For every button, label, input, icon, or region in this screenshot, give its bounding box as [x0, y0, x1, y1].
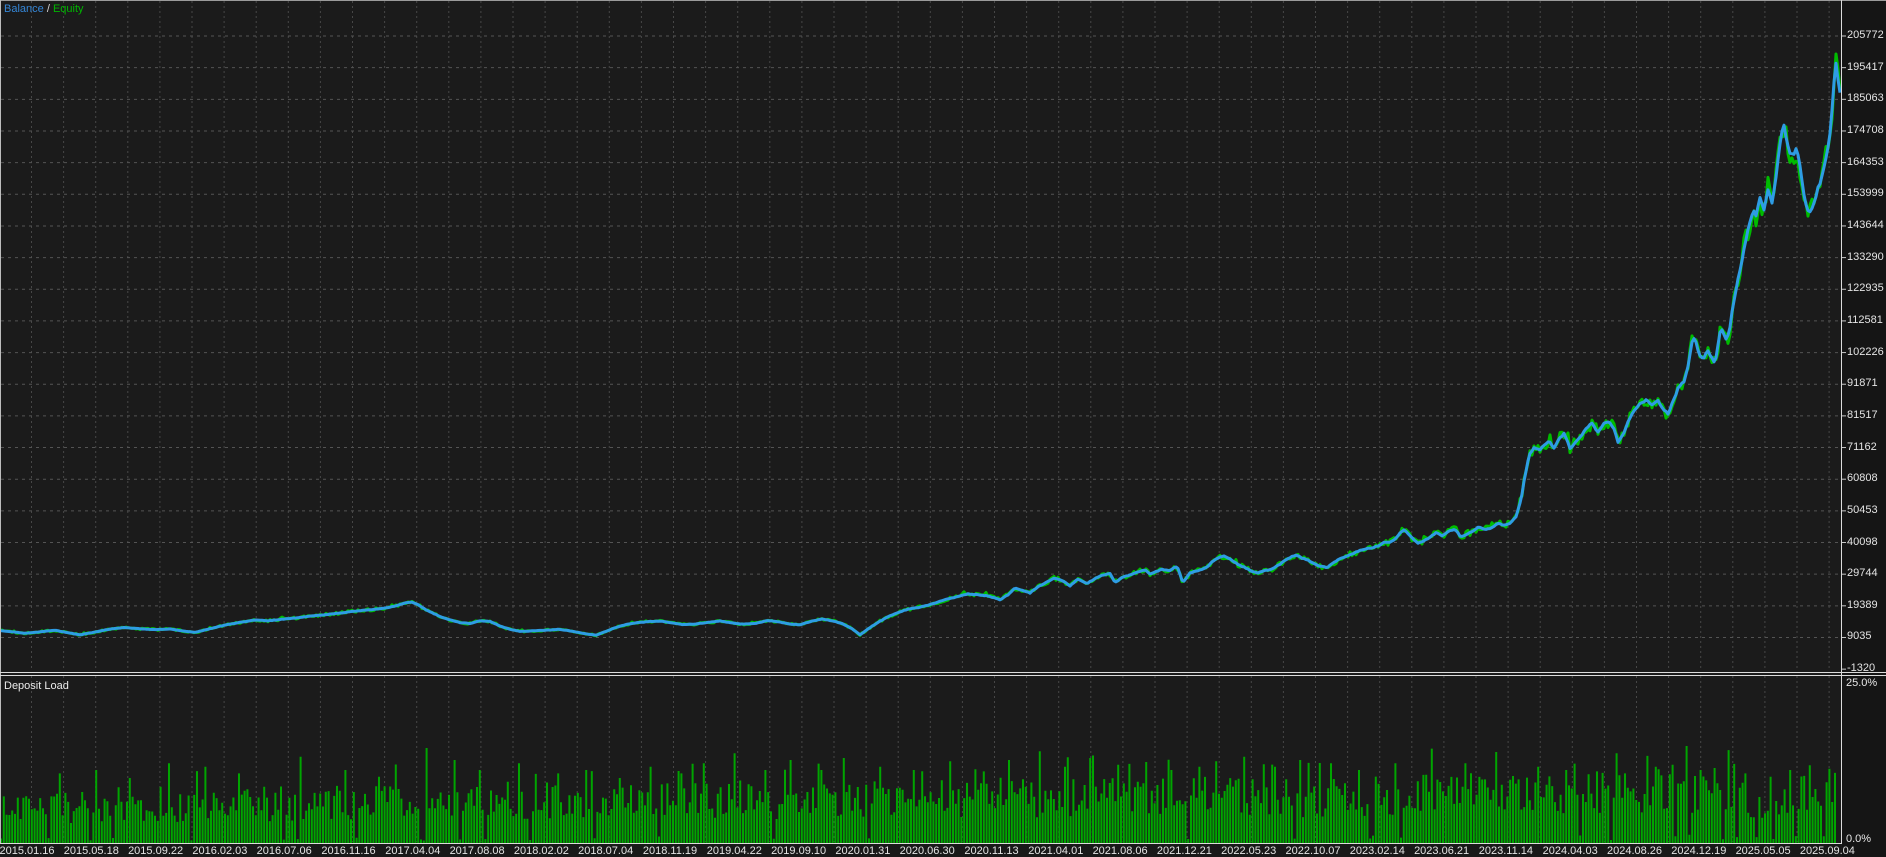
y-axis-label: 50453: [1847, 503, 1878, 516]
y-axis-label: 91871: [1847, 377, 1878, 390]
y-axis-label: 185063: [1847, 92, 1884, 105]
y-axis-label: 164353: [1847, 155, 1884, 168]
strategy-tester-graph: Balance / Equity Deposit Load 25.0% 0.0%…: [0, 0, 1886, 857]
y-axis-label: 195417: [1847, 60, 1884, 73]
graph-canvas[interactable]: [0, 0, 1886, 857]
y-axis-label: 71162: [1847, 440, 1877, 453]
y-axis-label: 153999: [1847, 187, 1884, 200]
chart-legend: Balance / Equity: [4, 2, 84, 16]
y-axis-label: 60808: [1847, 472, 1878, 485]
deposit-load-title: Deposit Load: [4, 680, 69, 692]
y-axis-label: 143644: [1847, 218, 1884, 231]
x-axis-label: 2025.09.04: [1799, 845, 1855, 857]
y-axis-label: 133290: [1847, 250, 1884, 263]
y-axis-label: 81517: [1847, 408, 1878, 421]
y-axis-label: 174708: [1847, 123, 1884, 136]
y-axis-label: -1320: [1847, 662, 1876, 675]
y-axis-label: 112581: [1847, 313, 1883, 326]
deposit-min-label: 0.0%: [1846, 833, 1872, 845]
y-axis-label: 29744: [1847, 567, 1878, 580]
equity-legend-label: Equity: [52, 3, 84, 15]
y-axis-label: 9035: [1847, 630, 1872, 643]
deposit-max-label: 25.0%: [1846, 677, 1878, 689]
y-axis-label: 19389: [1847, 598, 1878, 611]
y-axis-label: 40098: [1847, 535, 1878, 548]
y-axis-label: 122935: [1847, 282, 1884, 295]
y-axis-label: 205772: [1847, 29, 1884, 41]
balance-legend-label: Balance: [4, 3, 44, 15]
y-axis-label: 102226: [1847, 345, 1884, 358]
